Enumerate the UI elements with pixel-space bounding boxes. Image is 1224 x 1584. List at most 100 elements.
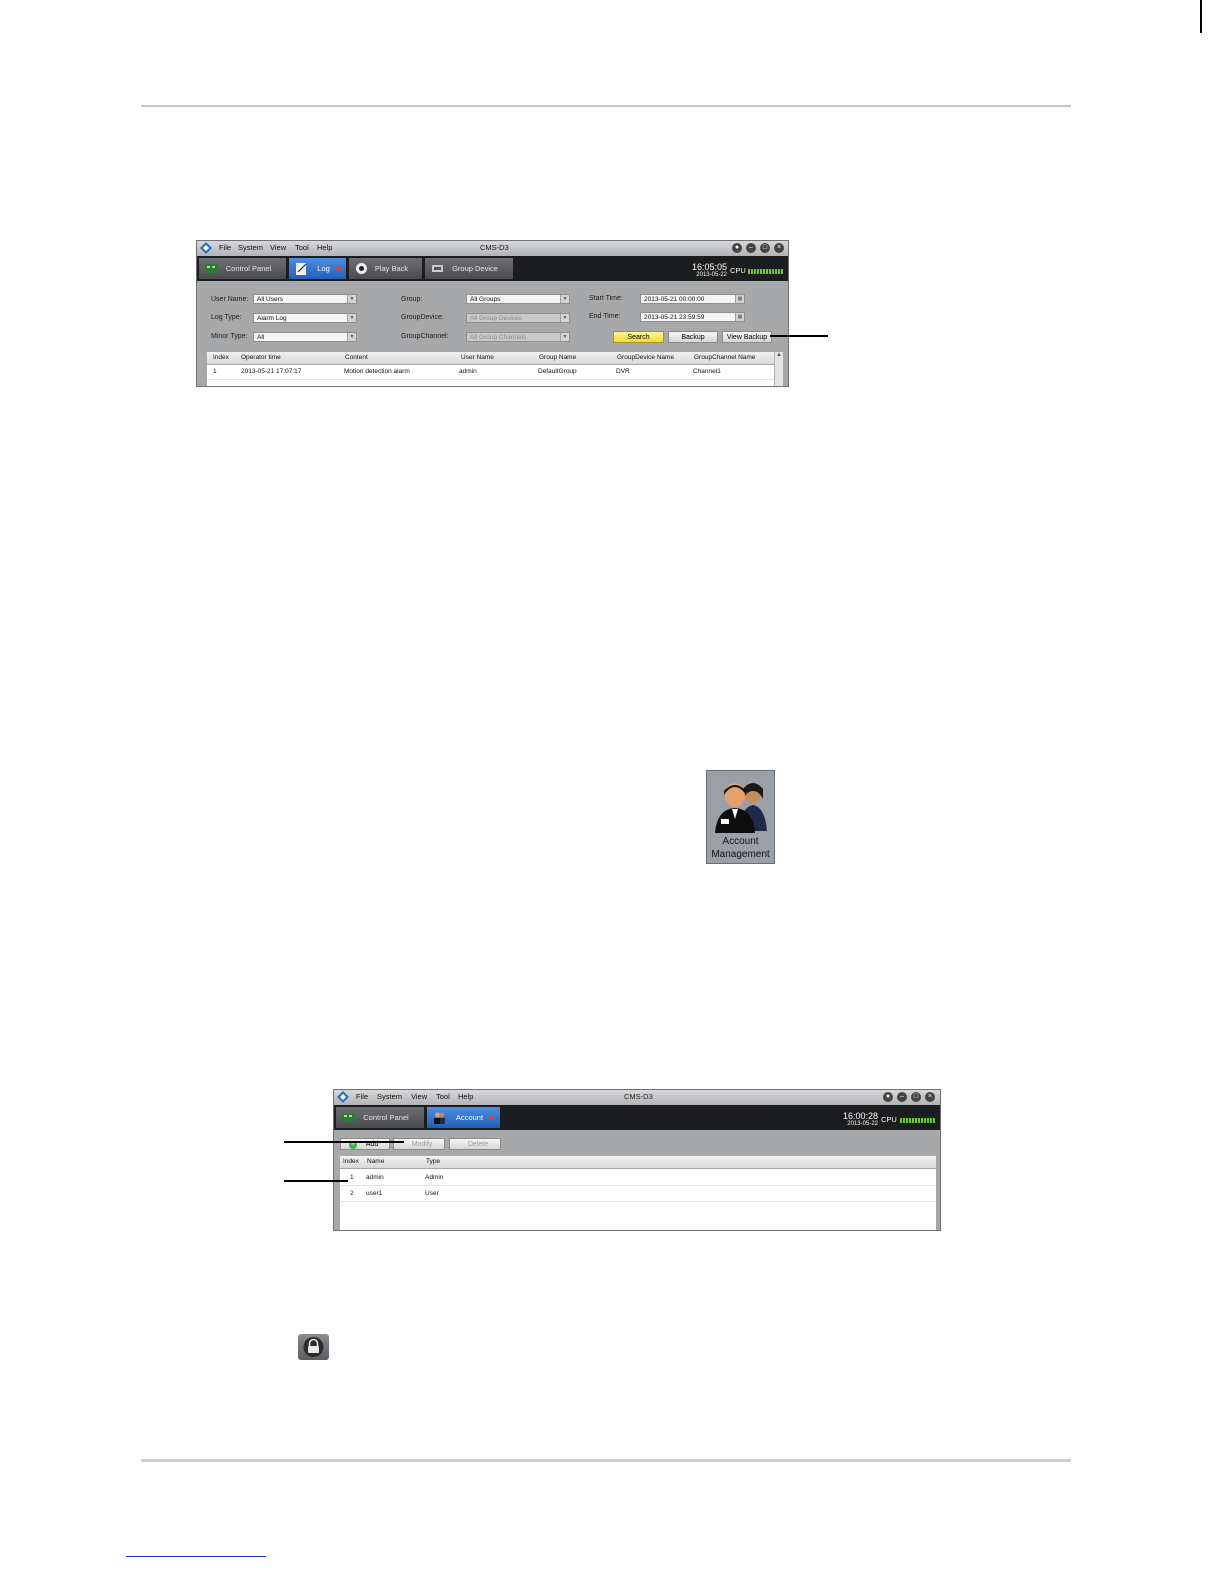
lock-button[interactable]: ●: [883, 1092, 893, 1102]
close-button[interactable]: ×: [774, 243, 784, 253]
log-window: File System View Tool Help CMS-D3 ● – □ …: [196, 240, 789, 387]
group-device-select: All Group Devices ▼: [466, 313, 570, 323]
tab-bar: Control Panel Log Play Back Group Device…: [197, 256, 788, 281]
app-logo-icon: [200, 242, 212, 254]
add-button[interactable]: + Add: [340, 1138, 390, 1150]
window-title: CMS-D3: [480, 243, 509, 252]
tab-control-panel[interactable]: Control Panel: [336, 1107, 424, 1128]
log-type-value: Alarm Log: [257, 315, 287, 322]
footer-rule: [141, 1459, 1071, 1462]
cpu-meter: [748, 269, 784, 274]
menu-help[interactable]: Help: [317, 243, 332, 252]
account-table: Index Name Type 1 admin Admin 2 user1 Us…: [340, 1156, 936, 1230]
log-type-label: Log Type:: [211, 314, 242, 321]
minimize-button[interactable]: –: [746, 243, 756, 253]
chevron-down-icon: ▼: [347, 295, 356, 303]
footer-link-underline: [126, 1556, 266, 1557]
cell-index: 2: [350, 1190, 354, 1197]
clock-time: 16:05:05: [691, 262, 727, 272]
chevron-down-icon: ▼: [560, 314, 569, 322]
user-name-select[interactable]: All Users ▼: [253, 294, 357, 304]
menu-system[interactable]: System: [238, 243, 263, 252]
cell-index: 1: [213, 368, 217, 375]
column-header[interactable]: GroupChannel Name: [694, 352, 755, 364]
tab-label: Play Back: [374, 264, 409, 273]
clock: 16:00:28 2013-05-22: [832, 1112, 878, 1128]
callout-line-toolbar: [284, 1141, 404, 1143]
menu-file[interactable]: File: [356, 1092, 368, 1101]
tab-control-panel[interactable]: Control Panel: [199, 258, 286, 279]
view-backup-button[interactable]: View Backup: [722, 331, 772, 343]
menu-bar: File System View Tool Help CMS-D3 ● – □ …: [197, 241, 788, 256]
table-row[interactable]: 1 2013-05-21 17:07:17 Motion detection a…: [207, 366, 782, 380]
cell-group-device-name: DVR: [616, 368, 630, 375]
column-header[interactable]: Index: [343, 1156, 359, 1168]
start-time-input[interactable]: 2013-05-21 00:00:00 ▦: [640, 294, 745, 304]
scroll-up-icon[interactable]: ▲: [776, 352, 782, 358]
minor-type-value: All: [257, 334, 265, 341]
tab-label: Group Device: [452, 264, 498, 273]
table-row[interactable]: 2 user1 User: [340, 1188, 936, 1202]
account-icon-label-line1: Account: [722, 836, 759, 847]
tab-close-icon[interactable]: [336, 266, 341, 271]
group-device-label: GroupDevice:: [401, 314, 444, 321]
menu-view[interactable]: View: [411, 1092, 427, 1101]
cpu-meter: [900, 1118, 936, 1123]
tab-account[interactable]: Account: [427, 1107, 500, 1128]
callout-line-account-row: [284, 1180, 348, 1182]
delete-button: Delete: [449, 1138, 501, 1150]
start-time-value: 2013-05-21 00:00:00: [644, 296, 705, 303]
lock-button[interactable]: ●: [732, 243, 742, 253]
group-select[interactable]: All Groups ▼: [466, 294, 570, 304]
cpu-label: CPU: [881, 1115, 897, 1124]
menu-tool[interactable]: Tool: [295, 243, 309, 252]
cell-index: 1: [350, 1174, 354, 1181]
maximize-button[interactable]: □: [760, 243, 770, 253]
column-header[interactable]: Type: [426, 1156, 440, 1168]
calendar-icon[interactable]: ▦: [735, 313, 744, 321]
callout-line-view-backup: [770, 335, 828, 337]
minor-type-select[interactable]: All ▼: [253, 332, 357, 342]
cell-type: User: [425, 1190, 439, 1197]
column-header[interactable]: Name: [367, 1156, 384, 1168]
calendar-icon[interactable]: ▦: [735, 295, 744, 303]
maximize-button[interactable]: □: [911, 1092, 921, 1102]
column-header[interactable]: Operator time: [241, 352, 281, 364]
menu-help[interactable]: Help: [458, 1092, 473, 1101]
group-channel-label: GroupChannel:: [401, 333, 449, 340]
tab-play-back[interactable]: Play Back: [349, 258, 422, 279]
window-title: CMS-D3: [624, 1092, 653, 1101]
cell-type: Admin: [425, 1174, 444, 1181]
column-header[interactable]: Group Name: [539, 352, 576, 364]
menu-file[interactable]: File: [219, 243, 231, 252]
end-time-input[interactable]: 2013-05-21 23:59:59 ▦: [640, 312, 745, 322]
backup-button[interactable]: Backup: [668, 331, 718, 343]
column-header[interactable]: GroupDevice Name: [617, 352, 674, 364]
table-row[interactable]: 1 admin Admin: [340, 1172, 936, 1186]
menu-system[interactable]: System: [377, 1092, 402, 1101]
cell-name: user1: [366, 1190, 383, 1197]
user-name-value: All Users: [257, 296, 284, 303]
delete-label: Delete: [467, 1141, 489, 1148]
column-header[interactable]: Index: [213, 352, 229, 364]
table-scrollbar[interactable]: ▲: [774, 352, 783, 386]
group-value: All Groups: [470, 296, 501, 303]
cell-operator-time: 2013-05-21 17:07:17: [241, 368, 302, 375]
column-header[interactable]: User Name: [461, 352, 494, 364]
minimize-button[interactable]: –: [897, 1092, 907, 1102]
log-type-select[interactable]: Alarm Log ▼: [253, 313, 357, 323]
padlock-icon: [303, 1337, 324, 1357]
tab-log[interactable]: Log: [289, 258, 346, 279]
menu-tool[interactable]: Tool: [436, 1092, 450, 1101]
clock: 16:05:05 2013-05-22: [681, 263, 727, 279]
tab-close-icon[interactable]: [489, 1115, 494, 1120]
close-button[interactable]: ×: [925, 1092, 935, 1102]
tab-group-device[interactable]: Group Device: [425, 258, 513, 279]
start-time-label: Start Time:: [589, 295, 623, 302]
menu-view[interactable]: View: [270, 243, 286, 252]
account-management-icon[interactable]: Account Management: [706, 770, 775, 864]
tab-label: Control Panel: [363, 1113, 409, 1122]
end-time-label: End Time:: [589, 313, 621, 320]
column-header[interactable]: Content: [345, 352, 368, 364]
search-button[interactable]: Search: [613, 331, 664, 343]
